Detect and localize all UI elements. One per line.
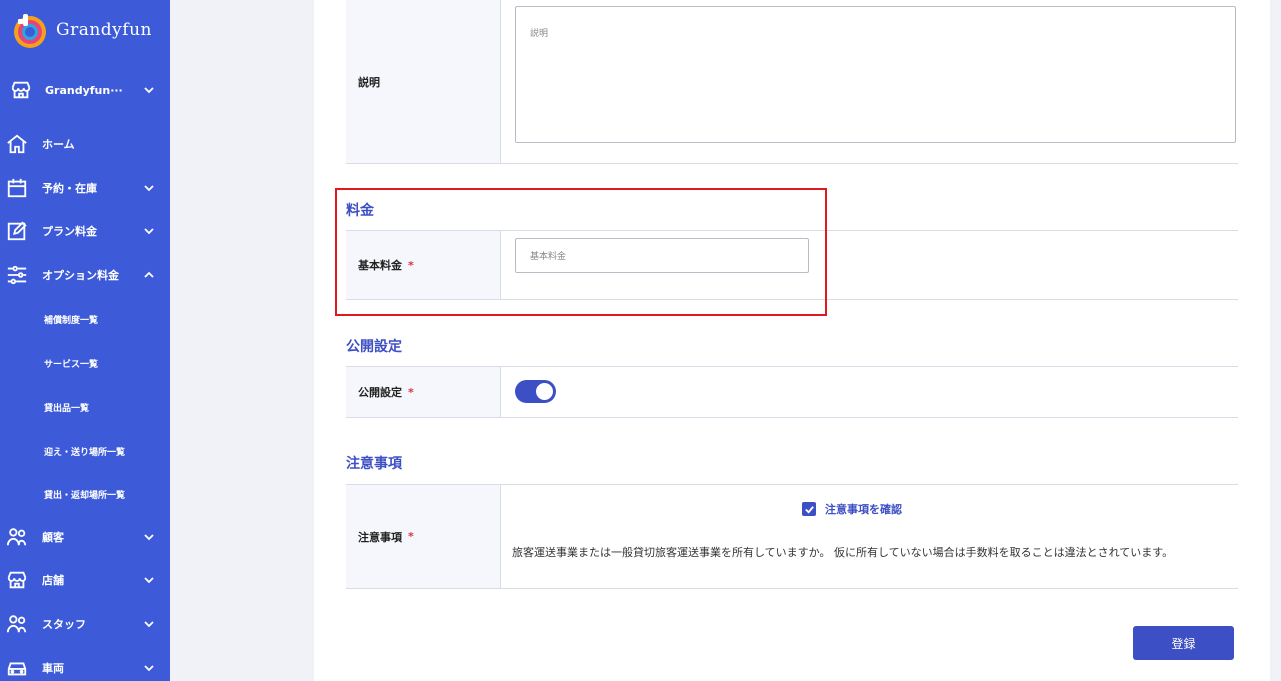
- edit-icon: [5, 219, 29, 243]
- sidebar-item-customer[interactable]: 顧客: [0, 517, 170, 557]
- sidebar: Grandyfun Grandyfun··· ホーム 予約・在庫 プラン料金 オ…: [0, 0, 170, 681]
- users-icon: [5, 525, 29, 549]
- chevron-down-icon: [142, 83, 156, 97]
- publish-toggle[interactable]: [515, 380, 556, 403]
- sidebar-item-staff[interactable]: スタッフ: [0, 604, 170, 644]
- checkmark-icon: [804, 505, 814, 514]
- sidebar-item-label: 顧客: [42, 531, 64, 544]
- sidebar-item-label: スタッフ: [42, 618, 86, 631]
- store-icon: [9, 78, 33, 102]
- description-placeholder: 説明: [530, 29, 549, 39]
- description-label: 説明: [346, 0, 501, 163]
- notes-label: 注意事項 *: [346, 485, 501, 588]
- confirm-notes-label[interactable]: 注意事項を確認: [825, 501, 902, 517]
- form-panel: 説明 説明 料金 基本料金 * 基本料金 公開設定 公開設定 * 注意事項 注意事項…: [314, 0, 1270, 681]
- sidebar-subitem[interactable]: 補償制度一覧: [44, 313, 98, 326]
- notes-text: 旅客運送事業または一般貸切旅客運送事業を所有していますか。 仮に所有していない場…: [512, 546, 1174, 559]
- brand-name: Grandyfun: [56, 20, 152, 40]
- sidebar-item-label: オプション料金: [42, 269, 119, 282]
- staff-icon: [5, 612, 29, 636]
- chevron-down-icon: [142, 530, 156, 544]
- chevron-down-icon: [142, 224, 156, 238]
- register-button[interactable]: 登録: [1133, 626, 1234, 660]
- car-icon: [5, 656, 29, 680]
- chevron-down-icon: [142, 573, 156, 587]
- section-title-notes: 注意事項: [346, 456, 402, 472]
- required-mark: *: [408, 385, 414, 399]
- sidebar-item-store[interactable]: 店舗: [0, 560, 170, 600]
- sidebar-item-plan-price[interactable]: プラン料金: [0, 211, 170, 251]
- required-mark: *: [408, 530, 414, 543]
- chevron-down-icon: [142, 181, 156, 195]
- sidebar-subitem[interactable]: サービス一覧: [44, 357, 98, 370]
- sidebar-item-label: 店舗: [42, 574, 64, 587]
- description-textarea[interactable]: 説明: [515, 6, 1236, 143]
- notes-row: 注意事項 *: [346, 485, 1238, 589]
- chevron-down-icon: [142, 617, 156, 631]
- publish-label: 公開設定 *: [346, 367, 501, 417]
- sidebar-item-reservation[interactable]: 予約・在庫: [0, 168, 170, 208]
- confirm-notes-checkbox[interactable]: [802, 502, 816, 516]
- sidebar-subitem[interactable]: 貸出品一覧: [44, 401, 89, 414]
- home-icon: [5, 132, 29, 156]
- shop-name: Grandyfun···: [45, 83, 123, 97]
- grandyfun-logo: [10, 10, 50, 50]
- sidebar-subitem[interactable]: 貸出・返却場所一覧: [44, 488, 125, 501]
- toggle-knob: [536, 383, 553, 400]
- section-title-publish: 公開設定: [346, 339, 402, 355]
- chevron-down-icon: [142, 661, 156, 675]
- scrollbar-track[interactable]: [1270, 0, 1281, 681]
- sidebar-item-label: プラン料金: [42, 225, 97, 238]
- sidebar-item-label: ホーム: [42, 138, 75, 151]
- shop-selector[interactable]: Grandyfun···: [0, 72, 170, 108]
- content-gutter: [170, 0, 314, 681]
- sidebar-item-option-price[interactable]: オプション料金: [0, 255, 170, 295]
- sidebar-subitem[interactable]: 迎え・送り場所一覧: [44, 445, 125, 458]
- store-icon: [5, 568, 29, 592]
- brand[interactable]: Grandyfun: [10, 10, 152, 50]
- sidebar-item-home[interactable]: ホーム: [0, 124, 170, 164]
- sliders-icon: [5, 263, 29, 287]
- publish-row: 公開設定 *: [346, 367, 1238, 418]
- chevron-up-icon: [142, 268, 156, 282]
- sidebar-item-vehicle[interactable]: 車両: [0, 648, 170, 681]
- calendar-icon: [5, 176, 29, 200]
- register-button-label: 登録: [1171, 636, 1196, 651]
- highlight-box: [335, 188, 827, 316]
- sidebar-item-label: 車両: [42, 662, 64, 675]
- sidebar-item-label: 予約・在庫: [42, 182, 97, 195]
